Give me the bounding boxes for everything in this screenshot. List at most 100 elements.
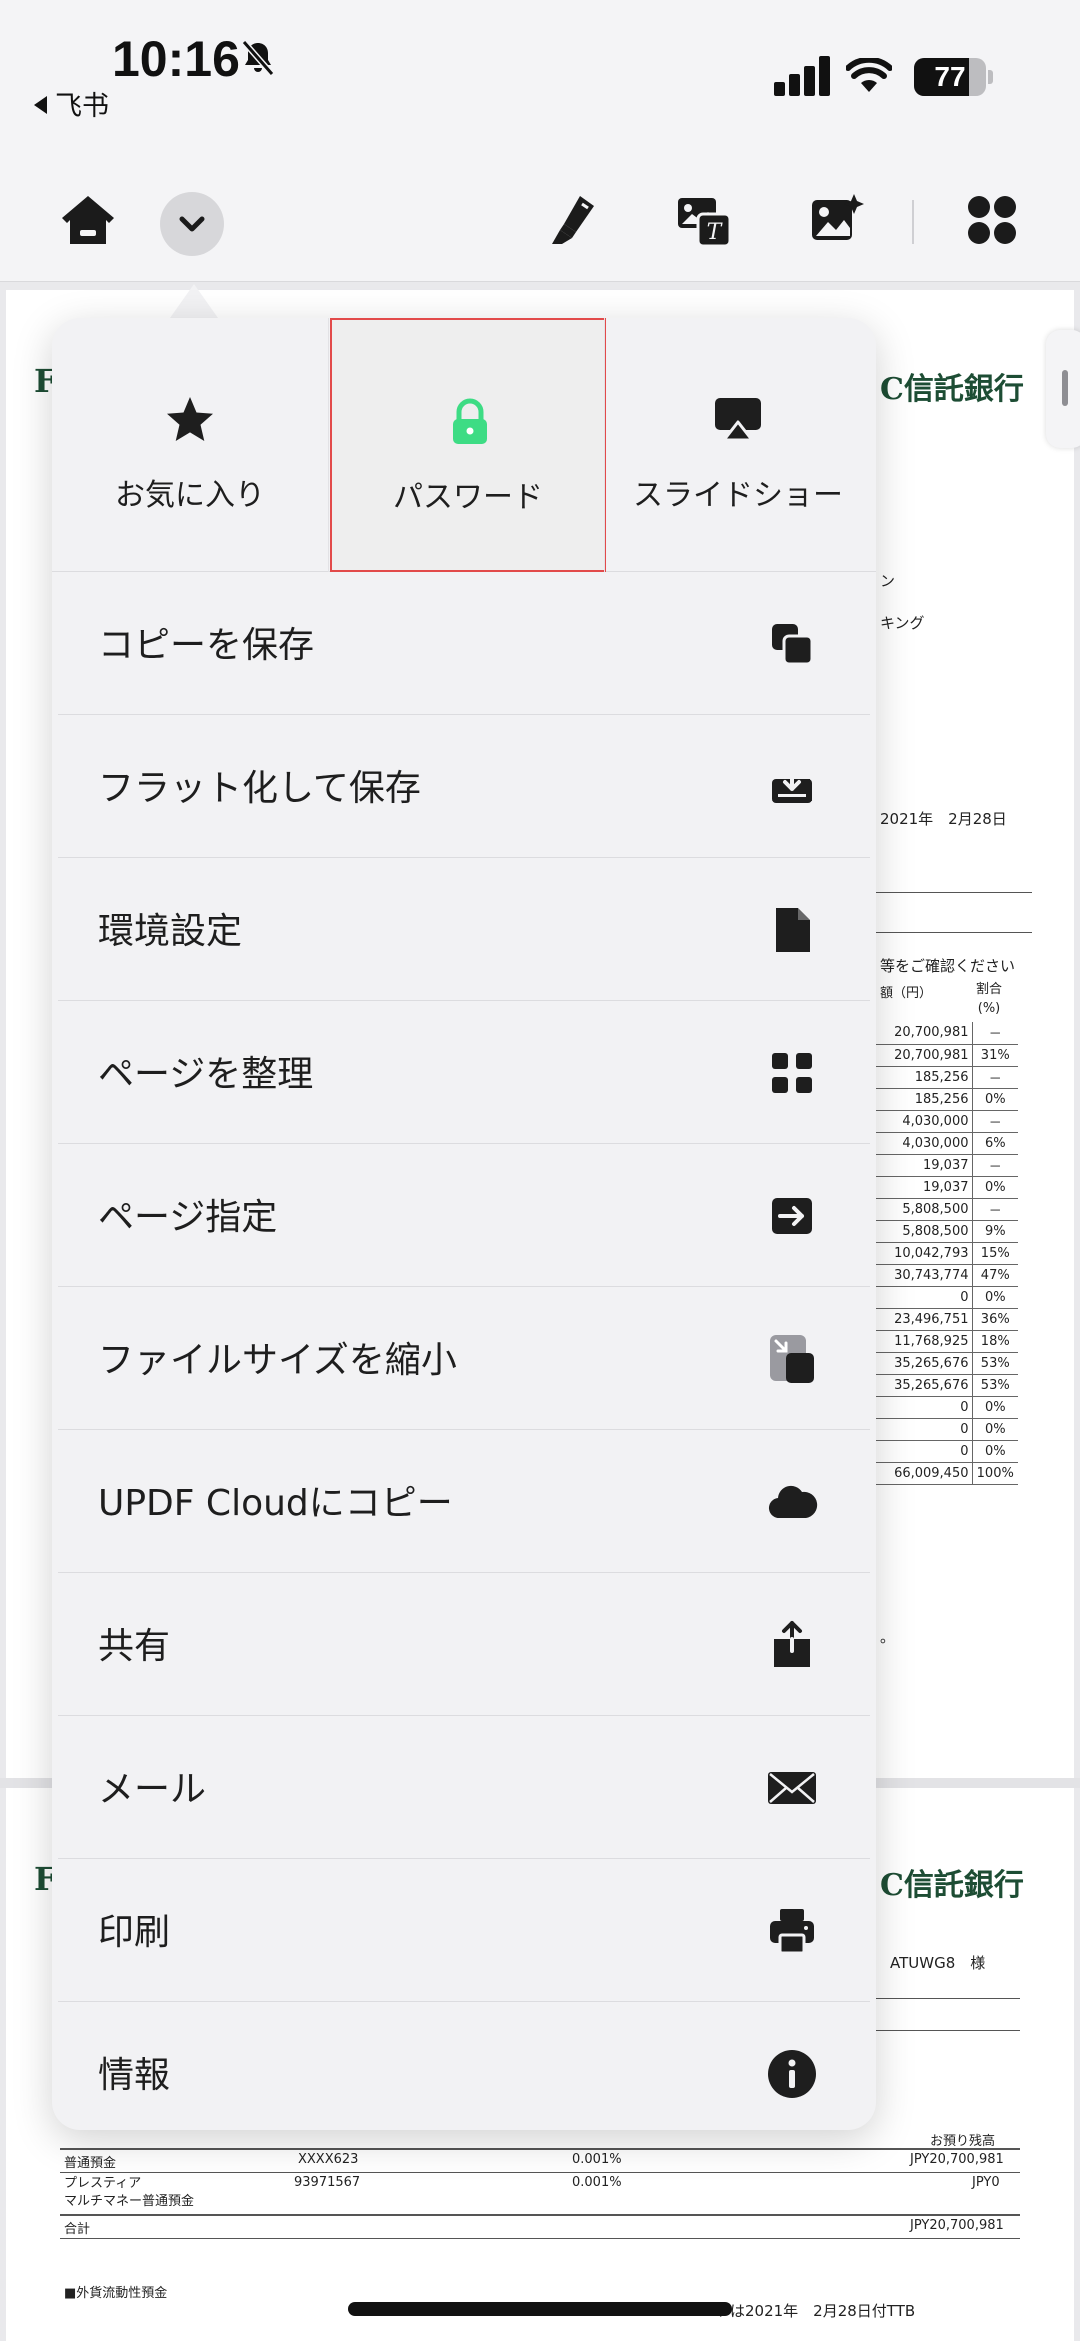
menu-item-print[interactable]: 印刷 — [58, 1859, 870, 2002]
menu-toggle-button[interactable] — [160, 192, 224, 256]
doc-row-type: プレスティア マルチマネー普通預金 — [64, 2176, 195, 2209]
doc-value-amount: 19,037 — [876, 1176, 972, 1199]
menu-item-label: コピーを保存 — [98, 625, 315, 666]
doc-value-amount: 20,700,981 — [876, 1044, 972, 1067]
menu-item-save-copy[interactable]: コピーを保存 — [58, 572, 870, 715]
doc-value-row: 11,768,925 18% — [876, 1330, 1018, 1353]
doc-value-ratio: 9% — [971, 1220, 1018, 1243]
menu-item-label: ページを整理 — [98, 1054, 314, 1095]
doc-value-amount: 4,030,000 — [876, 1110, 972, 1133]
doc-value-amount: 5,808,500 — [876, 1198, 972, 1221]
doc-value-ratio: 36% — [971, 1308, 1018, 1331]
doc-value-amount: 5,808,500 — [876, 1220, 972, 1243]
menu-item-label: ページ指定 — [98, 1197, 278, 1238]
doc-value-row: 5,808,500 9% — [876, 1220, 1018, 1243]
doc-value-amount: 11,768,925 — [876, 1330, 972, 1353]
menu-item-mail[interactable]: メール — [58, 1716, 870, 1859]
menu-item-label: 情報 — [98, 2055, 171, 2096]
highlighter-icon[interactable] — [546, 190, 606, 250]
doc-value-amount: 0 — [876, 1440, 972, 1463]
doc-row-balance: JPY20,700,981 — [910, 2218, 1004, 2233]
slideshow-label: スライドショー — [633, 478, 843, 513]
doc-value-ratio: － — [971, 1198, 1018, 1221]
back-to-app-link[interactable]: 飞书 — [34, 84, 109, 123]
doc-value-ratio: 15% — [971, 1242, 1018, 1265]
menu-item-cloud-copy[interactable]: UPDF Cloudにコピー — [58, 1430, 870, 1573]
password-button[interactable]: パスワード — [330, 318, 606, 572]
mail-icon — [768, 1772, 816, 1804]
doc-line — [60, 2214, 1020, 2216]
doc-bank-name: C信託銀行 — [880, 372, 1024, 407]
doc-value-amount: 0 — [876, 1418, 972, 1441]
doc-value-amount: 66,009,450 — [876, 1462, 972, 1485]
doc-value-row: 185,256 0% — [876, 1088, 1018, 1111]
doc-balance-header: お預り残高 — [930, 2134, 996, 2149]
back-triangle-icon — [34, 96, 47, 114]
doc-value-ratio: 0% — [971, 1418, 1018, 1441]
doc-value-row: 35,265,676 53% — [876, 1374, 1018, 1397]
menu-item-share[interactable]: 共有 — [58, 1573, 870, 1716]
menu-item-label: 環境設定 — [98, 911, 243, 952]
doc-row-rate: 0.001% — [572, 2152, 622, 2167]
doc-footer-text: ートは2021年 2月28日付TTB — [700, 2302, 916, 2320]
doc-fragment: キング — [880, 614, 925, 632]
doc-value-amount: 19,037 — [876, 1154, 972, 1177]
doc-value-ratio: 6% — [971, 1132, 1018, 1155]
airplay-icon — [715, 398, 761, 442]
doc-row-balance: JPY20,700,981 — [910, 2152, 1004, 2167]
ai-image-icon[interactable] — [806, 190, 866, 250]
doc-value-row: 23,496,751 36% — [876, 1308, 1018, 1331]
favorite-button[interactable]: お気に入り — [52, 318, 328, 572]
menu-item-label: メール — [98, 1769, 207, 1810]
menu-item-flatten-save[interactable]: フラット化して保存 — [58, 715, 870, 858]
printer-icon — [770, 1909, 814, 1955]
doc-values-table: 20,700,981 － 20,700,981 31% 185,256 － 185,256 0… — [876, 1022, 1018, 1485]
toolbar-divider — [912, 200, 914, 244]
doc-value-row: 185,256 － — [876, 1066, 1018, 1089]
menu-item-organize-pages[interactable]: ページを整理 — [58, 1001, 870, 1144]
chevron-down-icon — [179, 216, 205, 232]
menu-item-preferences[interactable]: 環境設定 — [58, 858, 870, 1001]
password-label: パスワード — [393, 480, 543, 515]
doc-col-ratio: 割合 (%) — [976, 982, 1003, 1016]
menu-item-label: フラット化して保存 — [98, 768, 421, 809]
doc-value-ratio: 0% — [971, 1440, 1018, 1463]
doc-value-amount: 0 — [876, 1286, 972, 1309]
slideshow-button[interactable]: スライドショー — [600, 318, 876, 572]
image-text-icon[interactable]: T — [674, 190, 734, 250]
apps-grid-icon[interactable] — [962, 190, 1022, 250]
favorite-label: お気に入り — [115, 478, 265, 513]
home-indicator[interactable] — [348, 2302, 732, 2316]
doc-value-row: 0 0% — [876, 1286, 1018, 1309]
doc-row-type: 普通預金 — [64, 2156, 117, 2171]
back-app-label: 飞书 — [55, 91, 109, 122]
doc-value-row: 0 0% — [876, 1418, 1018, 1441]
doc-value-amount: 23,496,751 — [876, 1308, 972, 1331]
doc-value-row: 30,743,774 47% — [876, 1264, 1018, 1287]
doc-section-title: ■外貨流動性預金 — [64, 2286, 168, 2301]
scroll-handle[interactable] — [1046, 330, 1080, 448]
battery-tip — [988, 70, 993, 84]
home-icon[interactable] — [58, 190, 118, 250]
arrow-right-box-icon — [772, 1198, 812, 1234]
menu-item-reduce-size[interactable]: ファイルサイズを縮小 — [58, 1287, 870, 1430]
doc-value-ratio: － — [971, 1154, 1018, 1177]
doc-line — [876, 892, 1032, 893]
menu-top-actions: お気に入り パスワード スライドショー — [52, 318, 876, 572]
menu-item-label: 印刷 — [98, 1912, 171, 1953]
doc-row-number: 93971567 — [294, 2175, 361, 2190]
menu-item-info[interactable]: 情報 — [58, 2002, 870, 2130]
doc-confirm-text: 等をご確認ください — [880, 957, 1016, 975]
doc-value-row: 35,265,676 53% — [876, 1352, 1018, 1375]
doc-value-amount: 35,265,676 — [876, 1374, 972, 1397]
doc-value-row: 20,700,981 31% — [876, 1044, 1018, 1067]
doc-value-amount: 35,265,676 — [876, 1352, 972, 1375]
doc-line — [60, 2148, 1020, 2150]
doc-value-ratio: 100% — [971, 1462, 1018, 1485]
grid-icon — [772, 1053, 812, 1093]
more-menu: お気に入り パスワード スライドショー コピーを保存 フラット化して保存 環境設… — [52, 318, 876, 2130]
doc-bank-name-2: C信託銀行 — [880, 1868, 1024, 1903]
doc-line — [876, 2030, 1020, 2031]
menu-item-go-to-page[interactable]: ページ指定 — [58, 1144, 870, 1287]
doc-value-row: 0 0% — [876, 1396, 1018, 1419]
